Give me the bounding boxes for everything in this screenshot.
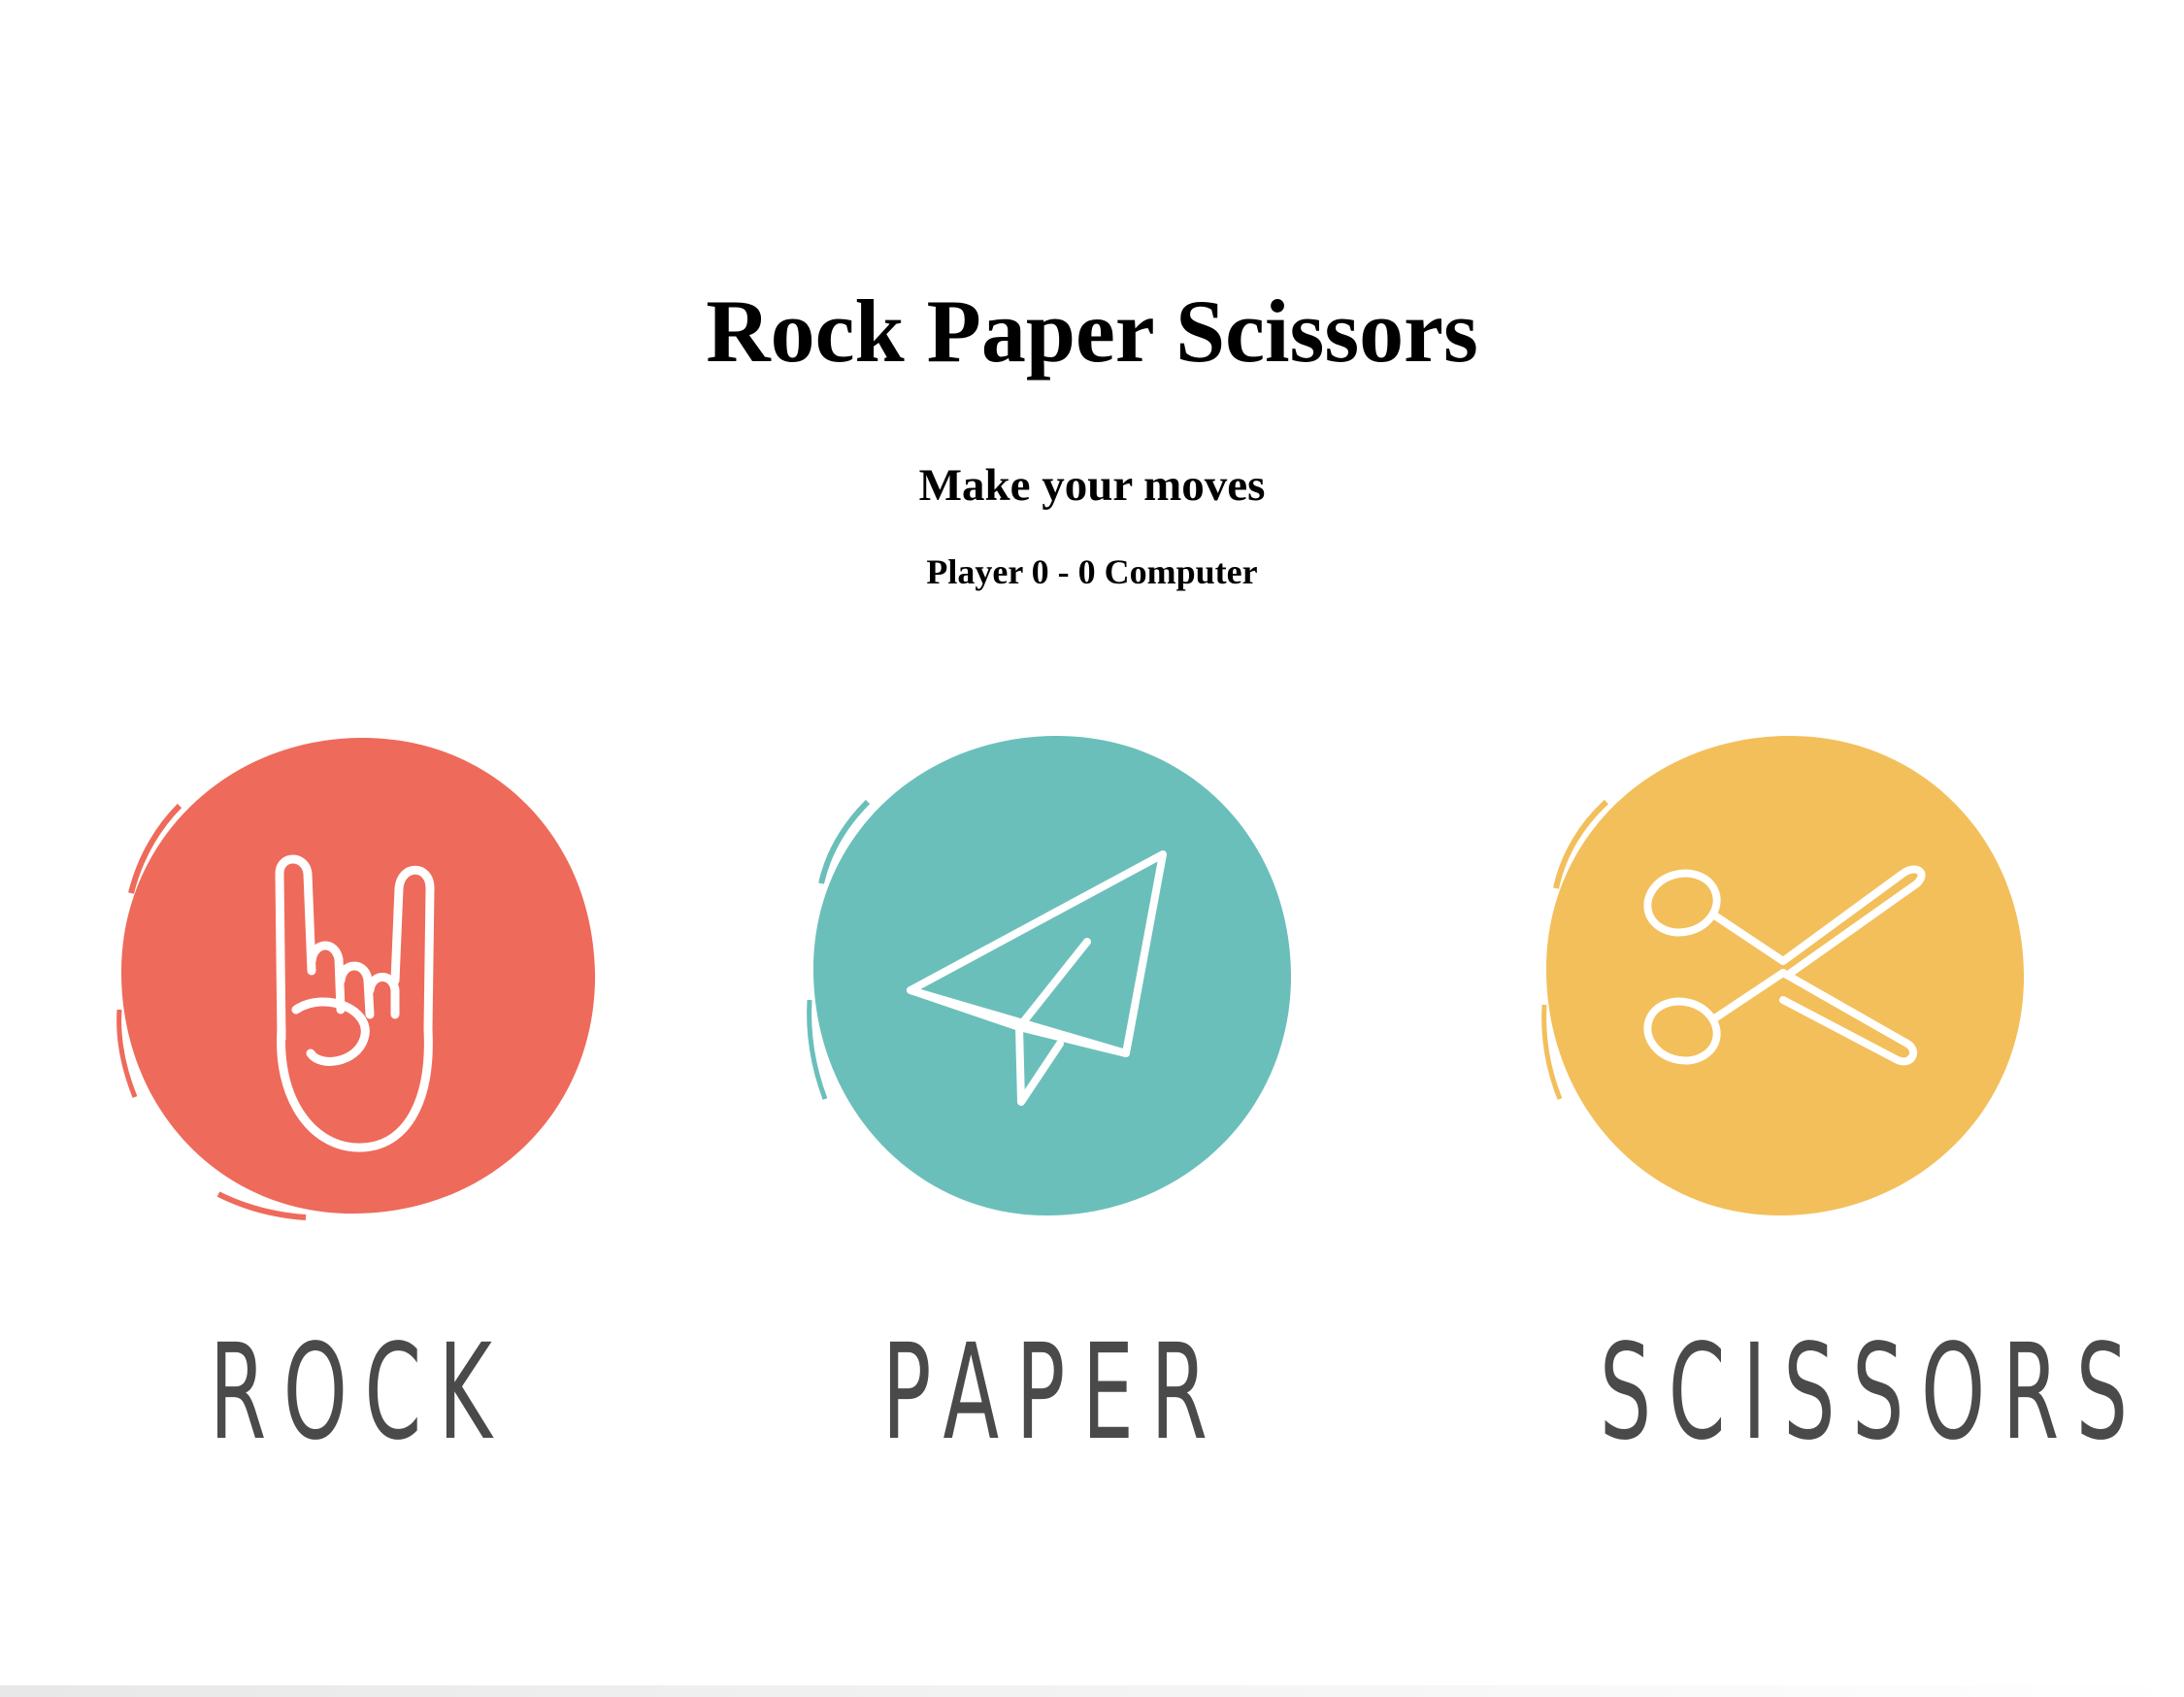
scoreboard: Player 0 - 0 Computer [926, 552, 1258, 591]
scissors-choice-button[interactable]: SCISSORS [1485, 718, 2145, 1495]
paper-label: PAPER [881, 1316, 1225, 1470]
page-title: Rock Paper Scissors [706, 282, 1478, 381]
rock-hand-icon [116, 737, 596, 1220]
instructions-heading: Make your moves [918, 460, 1266, 511]
window-bottom-edge [0, 1685, 2184, 1697]
scissors-icon [1541, 735, 2025, 1216]
rock-label: ROCK [209, 1316, 510, 1470]
rock-choice-button[interactable]: ROCK [58, 718, 660, 1495]
scissors-label: SCISSORS [1599, 1316, 2145, 1470]
paper-plane-icon [807, 735, 1292, 1216]
paper-choice-button[interactable]: PAPER [752, 718, 1354, 1495]
